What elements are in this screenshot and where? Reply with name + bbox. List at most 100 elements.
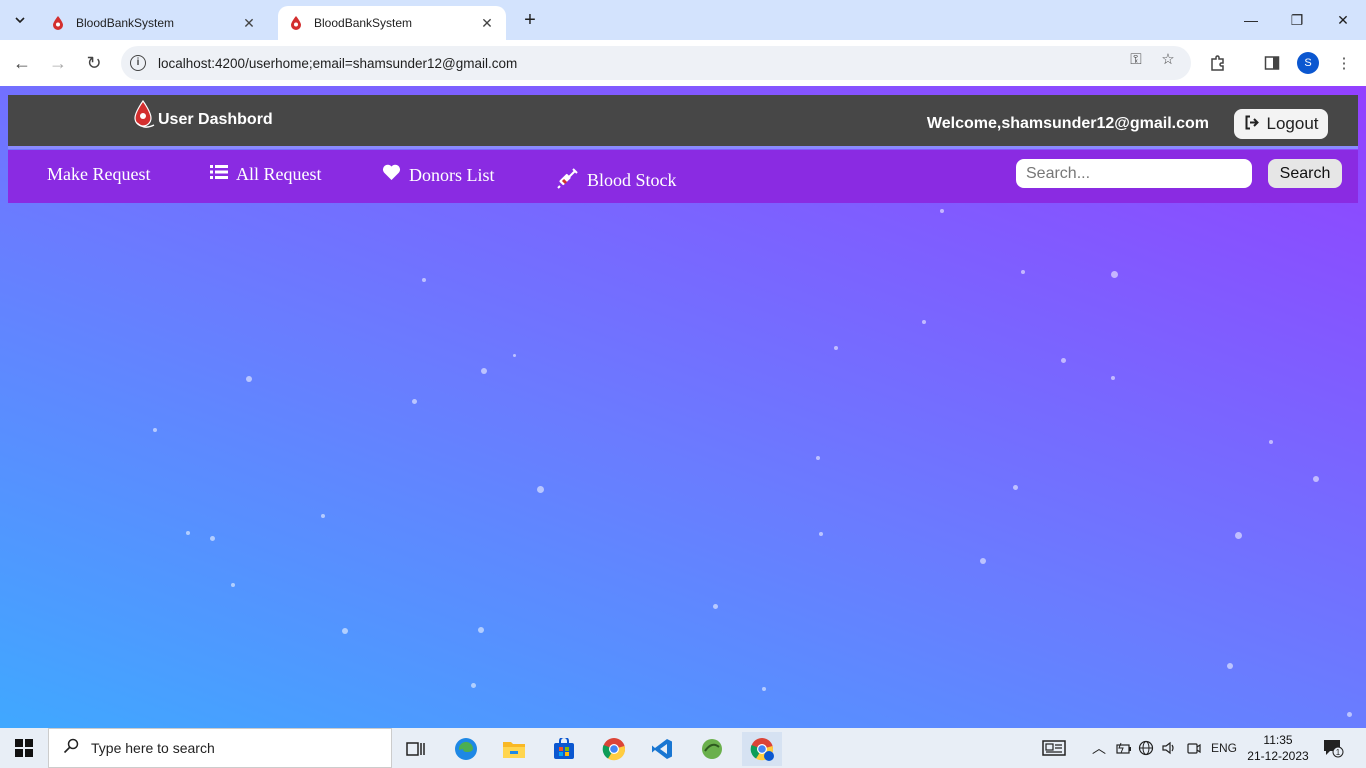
particle [537,486,544,493]
syringe-icon [557,167,579,194]
particle [342,628,348,634]
particle [412,399,417,404]
tab-title: BloodBankSystem [76,16,175,30]
minimize-icon[interactable]: — [1228,6,1274,34]
particle [1061,358,1066,363]
back-icon[interactable]: ← [8,49,36,77]
page-viewport: User Dashbord Welcome,shamsunder12@gmail… [0,86,1366,728]
particle [186,531,190,535]
nav-menu: Make Request All Request Donors List Blo… [8,150,1358,203]
profile-avatar[interactable]: S [1297,52,1319,74]
browser-tab[interactable]: BloodBankSystem ✕ [40,6,268,40]
network-globe-icon[interactable] [1138,728,1154,768]
edge-icon[interactable] [446,732,486,766]
particle [1111,271,1118,278]
particle [816,456,820,460]
bookmark-star-icon[interactable]: ☆ [1158,49,1178,69]
clock-date: 21-12-2023 [1247,749,1309,763]
browser-tab-active[interactable]: BloodBankSystem ✕ [278,6,506,40]
chevron-down-icon [15,17,25,24]
logout-label: Logout [1266,114,1319,133]
battery-icon[interactable] [1116,728,1132,768]
logout-button[interactable]: Logout [1234,109,1328,139]
search-button[interactable]: Search [1268,159,1342,188]
clock-time: 11:35 [1263,733,1293,747]
particle [713,604,718,609]
tab-title: BloodBankSystem [314,16,413,30]
close-tab-icon[interactable]: ✕ [478,14,496,32]
address-bar[interactable]: i localhost:4200/userhome;email=shamsund… [121,46,1191,80]
taskbar-search-placeholder: Type here to search [91,740,215,756]
brand[interactable]: User Dashbord [132,99,273,131]
nav-donors-list-label: Donors List [409,164,495,185]
particle [819,532,823,536]
close-window-icon[interactable]: ✕ [1320,6,1366,34]
meet-now-icon[interactable] [1187,728,1201,768]
particle [246,376,252,382]
close-tab-icon[interactable]: ✕ [240,14,258,32]
particle [471,683,476,688]
microsoft-store-icon[interactable] [544,732,584,766]
particle [922,320,926,324]
extensions-icon[interactable] [1206,51,1230,75]
blood-drop-icon [53,16,63,30]
particle [321,514,325,518]
particle [1313,476,1319,482]
task-view-icon[interactable] [396,732,436,766]
particle [1021,270,1025,274]
new-tab-button[interactable]: + [518,8,542,32]
nav-blood-stock-label: Blood Stock [587,170,677,190]
tab-search-button[interactable] [6,6,34,34]
spring-tool-suite-icon[interactable] [692,732,732,766]
more-menu-icon[interactable]: ⋮ [1332,51,1356,75]
system-clock[interactable]: 11:35 21-12-2023 [1240,732,1316,764]
app-header: User Dashbord Welcome,shamsunder12@gmail… [8,95,1358,149]
particle [834,346,838,350]
particle [980,558,986,564]
language-indicator[interactable]: ENG [1211,728,1237,768]
nav-donors-list[interactable]: Donors List [382,164,495,186]
particle [153,428,157,432]
welcome-text: Welcome,shamsunder12@gmail.com [926,115,1209,132]
side-panel-icon[interactable] [1260,51,1284,75]
particle [210,536,215,541]
particle [1227,663,1233,669]
browser-tab-strip: BloodBankSystem ✕ BloodBankSystem ✕ + — … [0,0,1366,40]
list-icon [210,164,228,185]
particle [481,368,487,374]
key-icon[interactable]: ⚿ [1126,49,1146,69]
site-info-icon[interactable]: i [130,55,146,71]
volume-icon[interactable] [1161,728,1177,768]
particle [1111,376,1115,380]
heart-icon [382,164,401,186]
nav-blood-stock[interactable]: Blood Stock [557,167,677,194]
sign-out-icon [1244,115,1261,134]
nav-make-request[interactable]: Make Request [47,164,150,185]
blood-drop-logo-icon [134,99,155,128]
nav-make-request-label: Make Request [47,164,151,184]
notification-center-icon[interactable]: 1 [1322,738,1344,763]
notification-count: 1 [1336,748,1341,757]
taskbar-search[interactable]: Type here to search [48,728,392,768]
file-explorer-icon[interactable] [494,732,534,766]
forward-icon[interactable]: → [44,49,72,77]
chrome-profile-icon[interactable] [742,732,782,766]
news-widget-icon[interactable] [1042,728,1066,768]
windows-start-icon[interactable] [0,728,48,768]
restore-icon[interactable]: ❐ [1274,6,1320,34]
show-hidden-icons-icon[interactable]: ︿ [1092,728,1106,768]
nav-all-request[interactable]: All Request [210,164,322,185]
search-input[interactable] [1016,159,1252,188]
chrome-icon[interactable] [594,732,634,766]
vscode-icon[interactable] [642,732,682,766]
reload-icon[interactable]: ↻ [80,49,108,77]
particle [1235,532,1242,539]
particle [1013,485,1018,490]
particle [940,209,944,213]
particle [231,583,235,587]
particle [422,278,426,282]
particle [1347,712,1352,717]
particle [513,354,516,357]
windows-taskbar: Type here to search ︿ ENG 11:35 21-12-20… [0,728,1366,768]
particle [1269,440,1273,444]
